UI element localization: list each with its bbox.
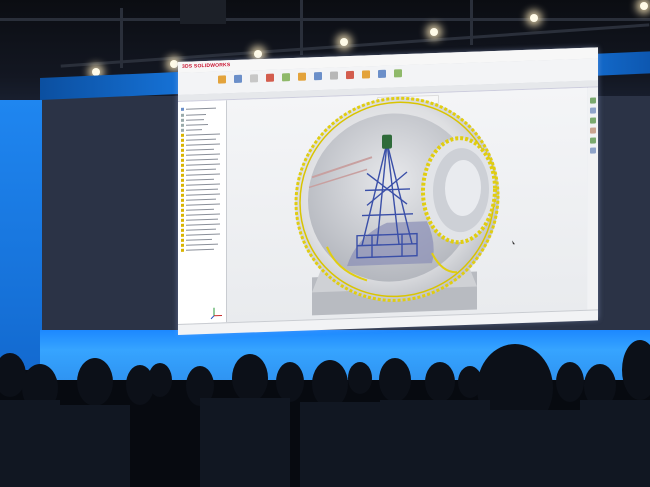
tree-item xyxy=(181,222,221,227)
ribbon-command-icon xyxy=(218,75,226,84)
ribbon-command-icon xyxy=(298,72,306,81)
tree-item xyxy=(181,237,221,242)
tree-item xyxy=(181,212,221,217)
task-pane-icon[interactable] xyxy=(590,147,596,154)
ribbon-command-icon xyxy=(250,74,258,83)
tree-item xyxy=(181,192,221,197)
tree-item xyxy=(181,187,221,192)
tree-item xyxy=(181,197,221,202)
ribbon-command-icon xyxy=(282,73,290,82)
ribbon-command-icon xyxy=(346,70,354,80)
ceiling-truss xyxy=(470,0,473,45)
tree-item xyxy=(181,142,221,147)
stage-light xyxy=(430,28,438,36)
ribbon-command-icon xyxy=(330,71,338,80)
tree-item xyxy=(181,172,221,177)
tree-item xyxy=(181,232,221,237)
task-pane-icon[interactable] xyxy=(590,107,596,114)
tree-item xyxy=(181,247,221,252)
tree-item xyxy=(181,162,221,167)
ribbon-command-icon xyxy=(314,71,322,81)
feature-manager-tree xyxy=(178,100,227,324)
audience-silhouettes xyxy=(0,340,650,487)
stage-light xyxy=(640,2,648,10)
task-pane-tabs xyxy=(588,87,598,310)
ribbon-command-icon xyxy=(234,74,242,84)
tree-item xyxy=(181,152,221,157)
cad-logo: 3DS SOLIDWORKS xyxy=(182,62,231,70)
tree-item xyxy=(181,137,221,142)
tree-item xyxy=(181,167,221,172)
speaker-box xyxy=(180,0,226,24)
tree-item xyxy=(181,132,221,137)
tree-item xyxy=(181,202,221,207)
tree-item xyxy=(181,177,221,182)
tree-item xyxy=(181,157,221,162)
projection-screen: 3DS SOLIDWORKS xyxy=(178,47,598,335)
tree-item xyxy=(181,122,221,127)
axis-triad-icon xyxy=(210,307,222,320)
side-screen-left xyxy=(0,100,42,370)
tree-item xyxy=(181,147,221,152)
tree-item xyxy=(181,217,221,222)
ribbon-command-icon xyxy=(362,70,370,79)
ceiling-truss xyxy=(0,18,650,21)
stage-light xyxy=(170,60,178,68)
tree-item xyxy=(181,117,221,122)
task-pane-icon[interactable] xyxy=(590,117,596,124)
conference-photo: 3DS SOLIDWORKS xyxy=(0,0,650,487)
stage-light xyxy=(340,38,348,46)
ceiling-truss xyxy=(300,0,303,55)
task-pane-icon[interactable] xyxy=(590,97,596,104)
task-pane-icon[interactable] xyxy=(590,137,596,144)
stage-light xyxy=(254,50,262,58)
tree-item xyxy=(181,182,221,187)
tree-item xyxy=(181,207,221,212)
ceiling-truss xyxy=(120,8,123,68)
task-pane-icon[interactable] xyxy=(590,127,596,134)
tree-item xyxy=(181,127,221,132)
assembly-tree-icon xyxy=(181,106,221,111)
tree-item xyxy=(181,227,221,232)
graphics-area[interactable] xyxy=(227,87,587,323)
stage-light xyxy=(530,14,538,22)
tree-item xyxy=(181,242,221,247)
ribbon-command-icon xyxy=(378,69,386,79)
tree-item xyxy=(181,112,221,117)
ribbon-command-icon xyxy=(266,73,274,82)
ribbon-command-icon xyxy=(394,69,402,78)
telescope-dome-model xyxy=(294,96,515,316)
